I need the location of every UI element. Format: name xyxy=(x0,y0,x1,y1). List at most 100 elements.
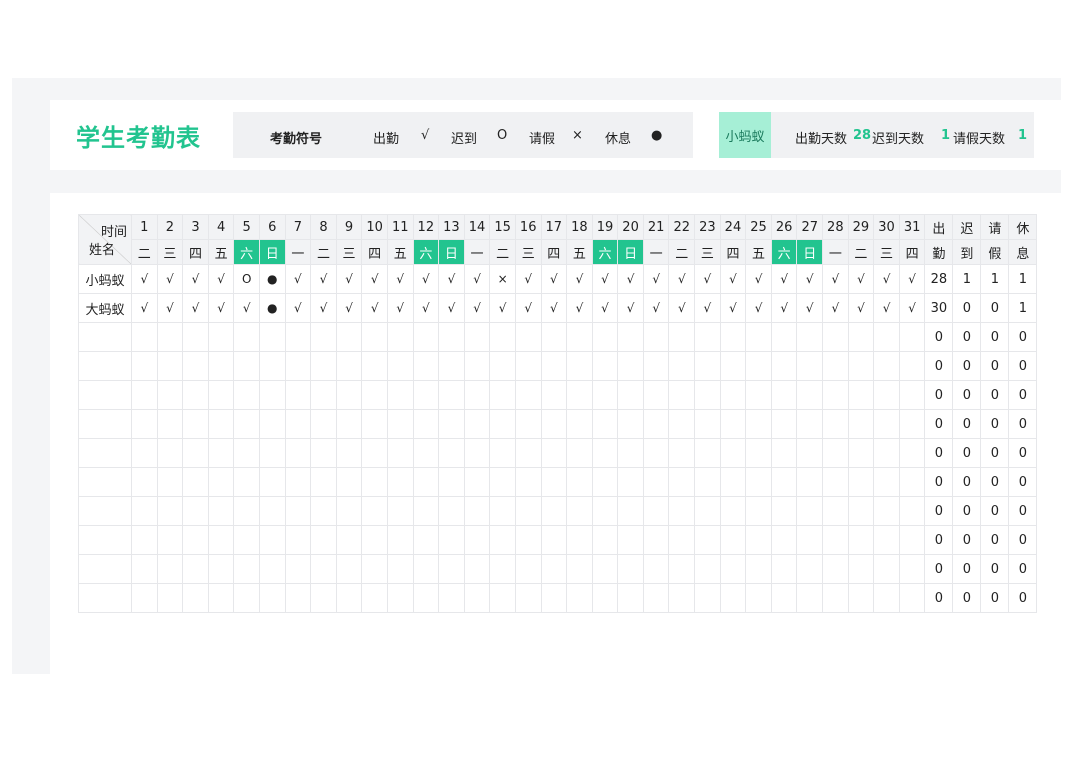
attendance-cell[interactable] xyxy=(745,554,772,584)
attendance-cell[interactable] xyxy=(719,438,747,468)
attendance-cell[interactable]: √ xyxy=(745,293,772,323)
attendance-cell[interactable] xyxy=(310,496,337,526)
attendance-cell[interactable] xyxy=(514,554,542,584)
attendance-cell[interactable] xyxy=(822,409,849,439)
attendance-cell[interactable]: √ xyxy=(566,264,593,294)
attendance-cell[interactable] xyxy=(463,322,491,352)
student-name-cell[interactable] xyxy=(78,322,132,352)
attendance-cell[interactable] xyxy=(438,351,465,381)
attendance-cell[interactable] xyxy=(361,583,388,613)
attendance-cell[interactable] xyxy=(591,351,619,381)
attendance-cell[interactable] xyxy=(540,554,568,584)
attendance-cell[interactable] xyxy=(694,351,721,381)
attendance-cell[interactable] xyxy=(438,322,465,352)
attendance-cell[interactable] xyxy=(258,583,286,613)
attendance-cell[interactable] xyxy=(258,380,286,410)
attendance-cell[interactable] xyxy=(898,438,926,468)
student-name-cell[interactable]: 小蚂蚁 xyxy=(78,264,132,294)
attendance-cell[interactable]: √ xyxy=(207,264,235,294)
attendance-cell[interactable]: √ xyxy=(207,293,235,323)
attendance-cell[interactable]: √ xyxy=(233,293,260,323)
attendance-cell[interactable] xyxy=(361,438,388,468)
attendance-cell[interactable] xyxy=(233,496,260,526)
attendance-cell[interactable] xyxy=(745,496,772,526)
attendance-cell[interactable] xyxy=(719,322,747,352)
attendance-cell[interactable] xyxy=(335,583,363,613)
attendance-cell[interactable] xyxy=(540,525,568,555)
attendance-cell[interactable] xyxy=(642,438,670,468)
attendance-cell[interactable]: ● xyxy=(258,264,286,294)
attendance-cell[interactable]: √ xyxy=(284,293,312,323)
attendance-cell[interactable] xyxy=(258,322,286,352)
attendance-cell[interactable] xyxy=(745,409,772,439)
attendance-cell[interactable] xyxy=(540,409,568,439)
attendance-cell[interactable]: √ xyxy=(617,293,644,323)
student-name-cell[interactable] xyxy=(78,496,132,526)
attendance-cell[interactable] xyxy=(642,525,670,555)
attendance-cell[interactable] xyxy=(514,583,542,613)
attendance-cell[interactable] xyxy=(642,554,670,584)
attendance-cell[interactable]: √ xyxy=(361,264,388,294)
attendance-cell[interactable] xyxy=(770,525,798,555)
attendance-cell[interactable] xyxy=(822,583,849,613)
attendance-cell[interactable] xyxy=(207,583,235,613)
attendance-cell[interactable] xyxy=(233,554,260,584)
attendance-cell[interactable] xyxy=(489,554,516,584)
attendance-cell[interactable] xyxy=(566,525,593,555)
attendance-cell[interactable]: √ xyxy=(284,264,312,294)
attendance-cell[interactable]: √ xyxy=(156,264,184,294)
attendance-cell[interactable] xyxy=(566,467,593,497)
student-name-cell[interactable] xyxy=(78,351,132,381)
attendance-cell[interactable] xyxy=(489,583,516,613)
attendance-cell[interactable] xyxy=(694,380,721,410)
attendance-cell[interactable] xyxy=(489,496,516,526)
attendance-cell[interactable] xyxy=(284,525,312,555)
attendance-cell[interactable]: √ xyxy=(310,293,337,323)
attendance-cell[interactable] xyxy=(156,554,184,584)
attendance-cell[interactable] xyxy=(591,554,619,584)
attendance-cell[interactable] xyxy=(796,583,824,613)
attendance-cell[interactable] xyxy=(847,438,875,468)
attendance-cell[interactable] xyxy=(566,496,593,526)
attendance-cell[interactable] xyxy=(873,351,900,381)
attendance-cell[interactable] xyxy=(463,409,491,439)
attendance-cell[interactable] xyxy=(335,438,363,468)
student-name-cell[interactable] xyxy=(78,438,132,468)
attendance-cell[interactable] xyxy=(284,438,312,468)
summary-student-name[interactable]: 小蚂蚁 xyxy=(719,112,771,158)
attendance-cell[interactable]: √ xyxy=(386,293,414,323)
attendance-cell[interactable] xyxy=(182,351,209,381)
attendance-cell[interactable] xyxy=(361,525,388,555)
attendance-cell[interactable] xyxy=(514,351,542,381)
attendance-cell[interactable] xyxy=(796,467,824,497)
attendance-cell[interactable] xyxy=(463,467,491,497)
attendance-cell[interactable] xyxy=(438,409,465,439)
attendance-cell[interactable] xyxy=(463,525,491,555)
attendance-cell[interactable] xyxy=(796,351,824,381)
attendance-cell[interactable] xyxy=(233,525,260,555)
attendance-cell[interactable] xyxy=(668,351,696,381)
attendance-cell[interactable] xyxy=(642,583,670,613)
attendance-cell[interactable] xyxy=(847,351,875,381)
attendance-cell[interactable]: √ xyxy=(617,264,644,294)
attendance-cell[interactable]: √ xyxy=(514,293,542,323)
attendance-cell[interactable] xyxy=(182,467,209,497)
attendance-cell[interactable] xyxy=(822,496,849,526)
attendance-cell[interactable]: √ xyxy=(668,293,696,323)
attendance-cell[interactable]: √ xyxy=(796,293,824,323)
attendance-cell[interactable] xyxy=(822,322,849,352)
attendance-cell[interactable] xyxy=(131,351,158,381)
attendance-cell[interactable] xyxy=(335,380,363,410)
attendance-cell[interactable] xyxy=(694,525,721,555)
attendance-cell[interactable]: √ xyxy=(822,264,849,294)
attendance-cell[interactable] xyxy=(412,438,440,468)
attendance-cell[interactable]: √ xyxy=(898,264,926,294)
attendance-cell[interactable] xyxy=(310,322,337,352)
attendance-cell[interactable] xyxy=(642,351,670,381)
attendance-cell[interactable]: √ xyxy=(514,264,542,294)
attendance-cell[interactable] xyxy=(438,583,465,613)
attendance-cell[interactable] xyxy=(617,467,644,497)
attendance-cell[interactable] xyxy=(310,467,337,497)
attendance-cell[interactable] xyxy=(386,351,414,381)
attendance-cell[interactable] xyxy=(847,467,875,497)
